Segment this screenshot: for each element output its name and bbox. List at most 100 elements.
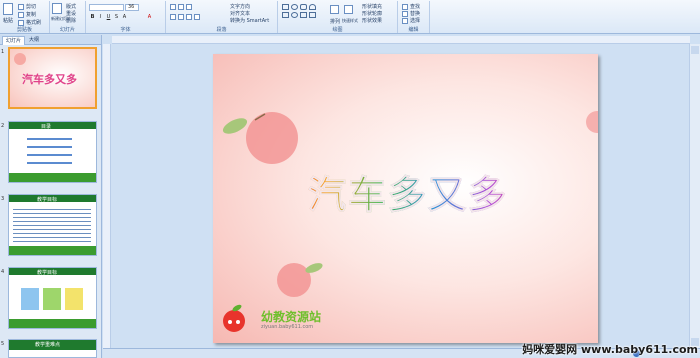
justify-icon [194, 14, 200, 20]
watermark-text: 妈咪爱婴网 www.baby611.com [522, 343, 698, 356]
copy-label: 复制 [26, 12, 37, 18]
scissors-icon [18, 3, 24, 10]
copy-button[interactable]: 复制 [18, 11, 36, 18]
scroll-up-icon[interactable] [691, 46, 699, 54]
quick-styles-label: 快速样式 [342, 18, 358, 23]
quick-styles-button[interactable] [344, 5, 355, 14]
clipboard-group: 粘贴 剪切 复制 格式刷 剪贴板 [0, 1, 50, 33]
shadow-button[interactable]: A [121, 14, 128, 21]
slide-number: 5 [1, 341, 5, 347]
find-button[interactable]: 查找 [402, 3, 420, 10]
strikethrough-button[interactable]: S [113, 14, 120, 21]
thumb-title: 教学目标 [37, 197, 58, 203]
thumb-box [43, 288, 61, 310]
paste-button[interactable] [3, 3, 15, 15]
cut-label: 剪切 [26, 4, 37, 10]
delete-label: 删除 [66, 18, 77, 24]
shape-outline-button[interactable]: 形状轮廓 [362, 10, 382, 17]
slide-number: 1 [1, 49, 5, 55]
apple-decoration-top [222, 112, 298, 164]
slide-number: 3 [1, 196, 5, 202]
thumb-content [13, 206, 91, 244]
layout-button[interactable]: 版式 [66, 3, 76, 10]
align-buttons[interactable] [170, 14, 202, 21]
indent-icon [186, 4, 192, 10]
font-size-combo[interactable]: 36 [125, 4, 139, 11]
delete-slide-button[interactable]: 删除 [66, 17, 76, 24]
replace-button[interactable]: 替换 [402, 10, 420, 17]
paragraph-group: 文字方向 对齐文本 转换为 SmartArt 段落 [166, 1, 278, 33]
tab-outline[interactable]: 大纲 [26, 36, 42, 45]
arrange-icon [330, 5, 339, 14]
thumb-box [21, 288, 39, 310]
slides-group: 新建幻灯片 版式 重设 删除 幻灯片 [50, 1, 86, 33]
align-center-icon [178, 14, 184, 20]
brace-shape-icon[interactable] [309, 12, 316, 18]
arrow-shape-icon[interactable] [282, 12, 289, 18]
tab-slides[interactable]: 幻灯片 [2, 36, 26, 45]
select-button[interactable]: 选择 [402, 17, 420, 24]
copy-icon [18, 11, 24, 18]
clipboard-group-label: 剪贴板 [16, 27, 32, 33]
slide-thumbnail-1[interactable]: 汽车多又多 [8, 47, 97, 109]
star-shape-icon[interactable] [291, 12, 298, 18]
list-buttons[interactable] [170, 4, 194, 11]
shape-effects-button[interactable]: 形状效果 [362, 17, 382, 24]
rounded-rect-icon[interactable] [300, 4, 307, 10]
font-color-button[interactable]: A [146, 14, 153, 21]
cursor-icon [402, 17, 408, 24]
select-label: 选择 [410, 18, 421, 24]
horizontal-ruler [112, 36, 690, 44]
text-direction-button[interactable]: 文字方向 [230, 3, 250, 10]
paste-icon [3, 3, 13, 15]
quick-styles-icon [344, 5, 353, 14]
new-slide-button[interactable] [52, 3, 64, 14]
slide-thumbnail-5[interactable]: 教学重难点 [8, 339, 97, 358]
cut-button[interactable]: 剪切 [18, 3, 36, 10]
slide-thumbnail-3[interactable]: 教学目标 [8, 194, 97, 256]
rectangle-shape-icon[interactable] [282, 4, 289, 10]
arc-shape-icon[interactable] [309, 4, 316, 10]
slide-title[interactable]: 汽车多又多 [273, 164, 543, 219]
italic-button[interactable]: I [97, 14, 104, 21]
font-group: 36 B I U S A A 字体 [86, 1, 166, 33]
align-text-button[interactable]: 对齐文本 [230, 10, 250, 17]
vertical-scrollbar[interactable] [689, 44, 700, 348]
slide-thumbnail-pane: 幻灯片 大纲 1 汽车多又多 2 目录 3 教学目标 4 教学目标 5 教学重难… [0, 35, 102, 358]
ribbon: 粘贴 剪切 复制 格式刷 剪贴板 新建幻灯片 版式 重设 删除 幻灯片 36 B… [0, 0, 700, 34]
editing-group: 查找 替换 选择 编辑 [398, 1, 430, 33]
brush-icon [18, 19, 24, 26]
pane-tabs: 幻灯片 大纲 [0, 35, 101, 45]
new-slide-icon [52, 3, 62, 14]
logo-text: 幼教资源站 [261, 310, 322, 324]
callout-shape-icon[interactable] [300, 12, 307, 18]
slide-canvas[interactable]: 汽车多又多 幼教资源站 ziyuan.baby611.com [213, 54, 598, 343]
replace-icon [402, 10, 408, 17]
paste-label: 粘贴 [3, 18, 14, 24]
paragraph-group-label: 段落 [216, 27, 227, 33]
reset-button[interactable]: 重设 [66, 10, 76, 17]
apple-decoration-bottom [277, 263, 323, 297]
font-name-combo[interactable] [89, 4, 124, 11]
arrange-label: 排列 [330, 19, 341, 25]
binoculars-icon [402, 3, 408, 10]
underline-button[interactable]: U [105, 14, 112, 21]
logo-apple-icon [223, 304, 245, 332]
format-painter-button[interactable]: 格式刷 [18, 19, 41, 26]
drawing-group: 排列 快速样式 形状填充 形状轮廓 形状效果 绘图 [278, 1, 398, 33]
bold-button[interactable]: B [89, 14, 96, 21]
slide-thumbnail-4[interactable]: 教学目标 [8, 267, 97, 329]
oval-shape-icon[interactable] [291, 4, 298, 10]
smartart-button[interactable]: 转换为 SmartArt [230, 17, 269, 24]
apple-icon [14, 53, 26, 65]
thumb-content [27, 134, 72, 168]
slide-thumbnail-2[interactable]: 目录 [8, 121, 97, 183]
smartart-label: 转换为 SmartArt [230, 18, 270, 24]
shape-fill-button[interactable]: 形状填充 [362, 3, 382, 10]
bullets-icon [170, 4, 176, 10]
apple-decoration-right [586, 111, 598, 133]
thumb-title: 教学重难点 [35, 342, 61, 348]
vertical-ruler [103, 44, 111, 354]
arrange-button[interactable] [330, 5, 341, 14]
thumb-title: 教学目标 [37, 270, 58, 276]
